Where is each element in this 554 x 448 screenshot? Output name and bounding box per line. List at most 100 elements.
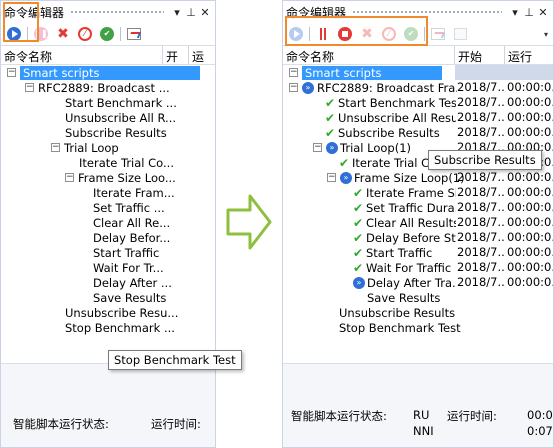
collapse-icon[interactable]: − [313,143,322,152]
tree-row[interactable]: Delay After ... [1,275,215,290]
column-start-header[interactable]: 开 [163,46,189,64]
column-run-header[interactable]: 运行 [505,46,553,64]
tree-item-label: Start Benchmark Test [338,95,456,110]
right-dropdown-icon[interactable]: ▾ [508,6,522,19]
collapse-icon[interactable]: − [65,173,74,182]
right-close-icon[interactable]: ✕ [536,6,550,19]
tree-row[interactable]: Save Results [283,290,553,305]
tree-row[interactable]: Clear All Re... [1,215,215,230]
tree-row[interactable]: ✔ Clear All Results 2018/7... 00:00:0... [283,215,553,230]
collapse-icon[interactable]: − [289,68,298,77]
tree-row[interactable]: − Trial Loop [1,140,215,155]
play-icon [7,27,21,41]
tree-row[interactable]: Iterate Trial Co... [1,155,215,170]
toolbar-overflow-icon[interactable]: ▾ [544,30,551,39]
collapse-icon[interactable]: − [289,83,298,92]
tree-row[interactable]: Stop Benchmark ... [1,320,215,335]
check-icon: ✔ [325,125,336,140]
tree-row[interactable]: ✔ Start Traffic 2018/7... 00:00:0... [283,245,553,260]
running-icon: » [326,141,338,154]
tree-row[interactable]: Set Traffic ... [1,200,215,215]
left-column-header: 命令名称 开 运 [1,45,215,65]
check-icon: ✔ [325,95,336,110]
tree-row[interactable]: − Smart scripts [283,65,553,80]
collapse-icon[interactable]: − [327,173,336,182]
tree-row[interactable]: ✔ Delay Before St... 2018/7... 00:00:0..… [283,230,553,245]
tree-row[interactable]: Start Traffic [1,245,215,260]
collapse-icon[interactable]: − [51,143,60,152]
right-forbid-button[interactable]: ⁄ [378,24,400,44]
tree-row[interactable]: ✔ Start Benchmark Test 2018/7... 00:00:0… [283,95,553,110]
tree-row[interactable]: − Smart scripts [1,65,215,80]
right-check-button[interactable]: ✔ [400,24,422,44]
column-name-header[interactable]: 命令名称 [283,46,455,64]
right-delete-button[interactable]: ✖ [356,24,378,44]
right-pause-button[interactable] [312,24,334,44]
tree-row[interactable]: Save Results [1,290,215,305]
tree-row[interactable]: −» RFC2889: Broadcast Fra... 2018/7... 0… [283,80,553,95]
column-name-header[interactable]: 命令名称 [1,46,163,64]
tree-row[interactable]: Wait For Tr... [1,260,215,275]
tree-item-label: Subscribe Results [65,125,167,140]
right-drag-grip[interactable] [352,9,502,15]
start-time-cell: 2018/7... [457,185,505,199]
right-pin-icon[interactable]: ⊥ [522,6,536,19]
right-stop-button[interactable] [334,24,356,44]
right-chart-button[interactable] [427,24,449,44]
left-dropdown-icon[interactable]: ▾ [170,6,184,19]
tree-row[interactable]: ✔ Subscribe Results 2018/7... 00:00:0... [283,125,553,140]
tree-item-label: Start Traffic [366,245,433,260]
tree-row[interactable]: Stop Benchmark Test [283,320,553,335]
collapse-icon[interactable]: − [25,83,34,92]
tree-item-label: Clear All Re... [93,215,171,230]
left-close-icon[interactable]: ✕ [198,6,212,19]
tree-row[interactable]: ✔ Unsubscribe All Resul... 2018/7... 00:… [283,110,553,125]
tree-row[interactable]: Unsubscribe Results [283,305,553,320]
script-status-value-cont: NNI [413,424,434,438]
delete-icon: ✖ [361,26,373,42]
tree-row[interactable]: Delay Befor... [1,230,215,245]
left-play-button[interactable] [3,24,25,44]
tree-row[interactable]: ✔ Wait For Traffic ... 2018/7... 00:00:0… [283,260,553,275]
left-panel-title: 命令编辑器 [4,5,65,20]
left-forbid-button[interactable]: ⁄ [74,24,96,44]
tooltip: Subscribe Results [428,150,542,170]
left-drag-grip[interactable] [70,9,164,15]
right-play-button[interactable] [285,24,307,44]
start-time-cell: 2018/7... [457,95,505,109]
check-icon: ✔ [353,260,364,275]
stop-icon [338,27,352,41]
left-delete-button[interactable]: ✖ [52,24,74,44]
right-command-editor-panel: 命令编辑器 ▾ ⊥ ✕ ✖ ⁄ ✔ ▾ 命令名称 开始 运行 − Smart s… [282,0,554,448]
tree-item-label: Start Benchmark ... [65,95,177,110]
right-command-tree: − Smart scripts −» RFC2889: Broadcast Fr… [283,65,553,335]
left-toolbar: ❚❚ ✖ ⁄ ✔ [1,23,215,45]
left-check-button[interactable]: ✔ [96,24,118,44]
right-config-button[interactable] [449,24,471,44]
run-time-cell: 00:00:0... [507,275,553,289]
start-time-cell: 2018/7... [457,170,505,184]
check-icon: ✔ [100,27,114,41]
left-pin-icon[interactable]: ⊥ [184,6,198,19]
tree-item-label: Smart scripts [20,65,200,80]
tree-row[interactable]: Start Benchmark ... [1,95,215,110]
tree-row[interactable]: ✔ Iterate Frame Si... 2018/7... 00:00:0.… [283,185,553,200]
tree-row[interactable]: Unsubscribe Resu... [1,305,215,320]
check-icon: ✔ [353,230,364,245]
tree-row[interactable]: − Frame Size Loo... [1,170,215,185]
tree-row[interactable]: Unsubscribe All R... [1,110,215,125]
left-chart-button[interactable] [123,24,145,44]
tree-row[interactable]: Subscribe Results [1,125,215,140]
column-start-header[interactable]: 开始 [455,46,505,64]
tree-row[interactable]: ✔ Set Traffic Dura... 2018/7... 00:00:0.… [283,200,553,215]
forbid-icon: ⁄ [382,27,396,41]
config-icon [453,28,467,40]
column-run-header[interactable]: 运 [189,46,215,64]
tree-row[interactable]: Iterate Fram... [1,185,215,200]
collapse-icon[interactable]: − [7,68,16,77]
left-pause-button[interactable]: ❚❚ [30,24,52,44]
tree-row[interactable]: − RFC2889: Broadcast ... [1,80,215,95]
tree-row[interactable]: » Delay After Tra... 2018/7... 00:00:0..… [283,275,553,290]
tree-row[interactable]: −» Frame Size Loop(1) 2018/7... 00:00:0.… [283,170,553,185]
toolbar-separator [27,27,28,41]
